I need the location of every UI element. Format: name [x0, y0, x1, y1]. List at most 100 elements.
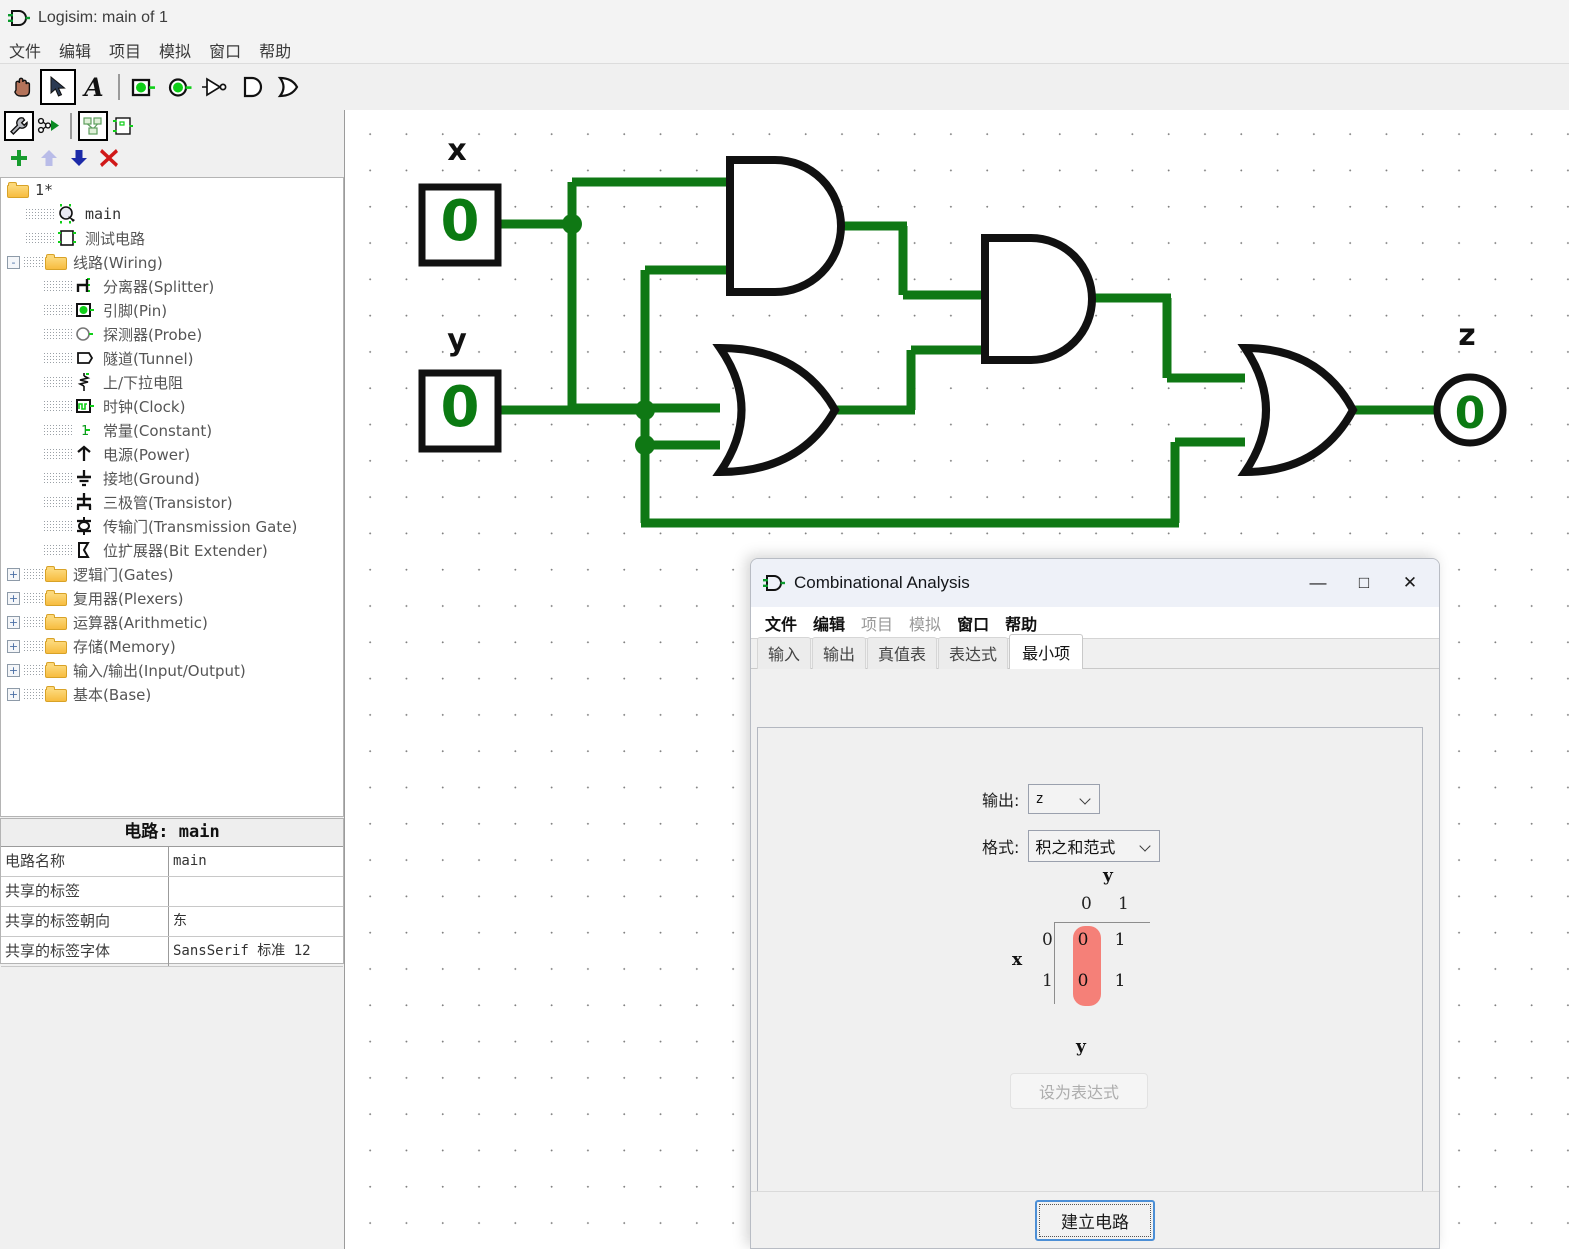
explorer-item[interactable]: 隧道(Tunnel)	[1, 346, 343, 370]
explorer-item[interactable]: + 输入/输出(Input/Output)	[1, 658, 343, 682]
explorer-item[interactable]: + 复用器(Plexers)	[1, 586, 343, 610]
karnaugh-map[interactable]: y 0 1 x 0 1 0 1 0 1	[994, 866, 1194, 1026]
explorer-item[interactable]: + 存储(Memory)	[1, 634, 343, 658]
text-A-icon[interactable]: A	[76, 69, 112, 105]
explorer-item-label: 线路(Wiring)	[73, 253, 163, 272]
explorer-item[interactable]: 位扩展器(Bit Extender)	[1, 538, 343, 562]
main-toolbar: A	[0, 65, 344, 175]
explorer-item[interactable]: 分离器(Splitter)	[1, 274, 343, 298]
expand-icon[interactable]: +	[7, 687, 20, 701]
plus-icon[interactable]	[4, 143, 34, 173]
menu-edit[interactable]: 编辑	[50, 36, 100, 64]
and-gate-icon[interactable]	[234, 69, 270, 105]
output-select[interactable]: z	[1028, 784, 1101, 814]
menu-window[interactable]: 窗口	[200, 36, 250, 64]
expand-icon[interactable]: +	[7, 567, 20, 581]
pin-output-icon[interactable]	[162, 69, 198, 105]
kmap-col-header-0: 0	[1081, 894, 1092, 914]
tab-expression[interactable]: 表达式	[938, 637, 1009, 669]
explorer-item[interactable]: 接地(Ground)	[1, 466, 343, 490]
explorer-item[interactable]: + 基本(Base)	[1, 682, 343, 706]
tab-truth-table[interactable]: 真值表	[867, 637, 938, 669]
kmap-cell-0-0[interactable]: 0	[1074, 930, 1092, 950]
tree-connector	[43, 327, 73, 341]
collapse-icon[interactable]: -	[7, 255, 20, 269]
explorer-item[interactable]: 测试电路	[1, 226, 343, 250]
folder-icon	[45, 590, 67, 606]
kmap-cell-1-0[interactable]: 0	[1074, 971, 1092, 991]
subcircuit-icon[interactable]	[78, 111, 108, 141]
close-icon[interactable]: ✕	[1387, 566, 1433, 600]
dialog-menu-project[interactable]: 项目	[853, 610, 901, 636]
pin-input-icon[interactable]	[126, 69, 162, 105]
folder-icon	[45, 686, 67, 702]
attribute-value[interactable]: 东	[169, 907, 343, 936]
kmap-cell-0-1[interactable]: 1	[1111, 930, 1129, 950]
explorer-item[interactable]: 电源(Power)	[1, 442, 343, 466]
output-select-label: 输出:	[982, 791, 1020, 810]
dialog-menu-file[interactable]: 文件	[757, 610, 805, 636]
maximize-icon[interactable]: □	[1341, 566, 1387, 600]
explorer-item[interactable]: 时钟(Clock)	[1, 394, 343, 418]
explorer-item[interactable]: 传输门(Transmission Gate)	[1, 514, 343, 538]
dialog-menu-window[interactable]: 窗口	[949, 610, 997, 636]
wrench-icon[interactable]	[4, 111, 34, 141]
dialog-menu-simulate[interactable]: 模拟	[901, 610, 949, 636]
tab-outputs[interactable]: 输出	[812, 637, 867, 669]
dialog-titlebar: Combinational Analysis — □ ✕	[751, 559, 1439, 607]
explorer-item-label: main	[85, 205, 122, 223]
dialog-menu-edit[interactable]: 编辑	[805, 610, 853, 636]
explorer-item-label: 复用器(Plexers)	[73, 589, 184, 608]
explorer-item[interactable]: 1 常量(Constant)	[1, 418, 343, 442]
explorer-item-label: 逻辑门(Gates)	[73, 565, 174, 584]
combinational-analysis-dialog[interactable]: Combinational Analysis — □ ✕ 文件 编辑 项目 模拟…	[750, 558, 1440, 1249]
explorer-item[interactable]: + 逻辑门(Gates)	[1, 562, 343, 586]
tab-minterms[interactable]: 最小项	[1009, 634, 1084, 669]
explorer-item[interactable]: 1*	[1, 178, 343, 202]
window-titlebar: Logisim: main of 1	[0, 0, 1569, 36]
explorer-item[interactable]: 上/下拉电阻	[1, 370, 343, 394]
menu-file[interactable]: 文件	[0, 36, 50, 64]
expand-icon[interactable]: +	[7, 591, 20, 605]
window-title: Logisim: main of 1	[38, 9, 168, 26]
explorer-item[interactable]: 三极管(Transistor)	[1, 490, 343, 514]
sim-run-icon[interactable]	[34, 111, 64, 141]
svg-text:1: 1	[81, 424, 89, 439]
explorer-item[interactable]: main	[1, 202, 343, 226]
not-gate-icon[interactable]	[198, 69, 234, 105]
kmap-cell-1-1[interactable]: 1	[1111, 971, 1129, 991]
explorer-item-label: 隧道(Tunnel)	[103, 349, 194, 368]
explorer-item[interactable]: + 运算器(Arithmetic)	[1, 610, 343, 634]
attribute-row: 共享的标签字体 SansSerif 标准 12	[1, 937, 343, 967]
explorer-item-label: 引脚(Pin)	[103, 301, 168, 320]
explorer-item[interactable]: 引脚(Pin)	[1, 298, 343, 322]
or-gate-icon[interactable]	[270, 69, 306, 105]
attribute-value[interactable]: main	[169, 847, 343, 876]
menu-help[interactable]: 帮助	[250, 36, 300, 64]
explorer-item[interactable]: 探测器(Probe)	[1, 322, 343, 346]
explorer-item-label: 存储(Memory)	[73, 637, 176, 656]
tab-inputs[interactable]: 输入	[757, 637, 812, 669]
expand-icon[interactable]: +	[7, 663, 20, 677]
poke-hand-icon[interactable]	[4, 69, 40, 105]
attribute-value[interactable]: SansSerif 标准 12	[169, 937, 343, 966]
explorer-item[interactable]: - 线路(Wiring)	[1, 250, 343, 274]
expand-icon[interactable]: +	[7, 639, 20, 653]
minimize-icon[interactable]: —	[1295, 566, 1341, 600]
new-circuit-icon[interactable]	[108, 111, 138, 141]
arrow-cursor-icon[interactable]	[40, 69, 76, 105]
logisim-gate-icon	[763, 573, 785, 593]
red-x-icon[interactable]	[94, 143, 124, 173]
attribute-value[interactable]	[169, 877, 343, 906]
menu-project[interactable]: 项目	[100, 36, 150, 64]
project-explorer-tree[interactable]: 1* main 测试电路 - 线路(Wiring) 分离器(Splitter) 引脚(Pin…	[0, 177, 344, 817]
ground-icon	[73, 468, 97, 488]
arrow-down-icon[interactable]	[64, 143, 94, 173]
format-select[interactable]: 积之和范式	[1028, 830, 1161, 862]
expand-icon[interactable]: +	[7, 615, 20, 629]
dialog-menu-help[interactable]: 帮助	[997, 610, 1045, 636]
arrow-up-icon[interactable]	[34, 143, 64, 173]
menu-simulate[interactable]: 模拟	[150, 36, 200, 64]
kmap-top-rule	[1054, 922, 1150, 923]
build-circuit-button[interactable]: 建立电路	[1035, 1199, 1155, 1241]
